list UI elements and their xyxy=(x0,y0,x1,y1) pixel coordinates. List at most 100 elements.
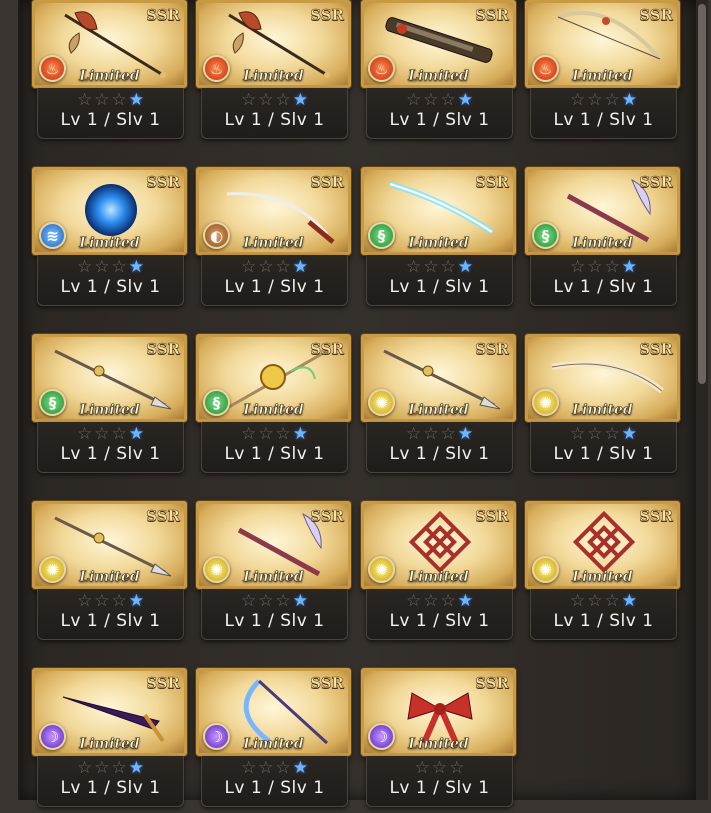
uncap-star-icon: ☆ xyxy=(111,90,127,110)
level-label: Lv 1 / Slv 1 xyxy=(224,110,325,130)
weapon-card[interactable]: SSR ✺ Limited ☆ ☆ ☆ ★ Lv 1 / Slv 1 xyxy=(32,501,187,646)
level-label: Lv 1 / Slv 1 xyxy=(60,277,161,297)
weapon-frame: SSR ☽ Limited xyxy=(361,668,516,756)
weapon-card[interactable]: SSR § Limited ☆ ☆ ☆ ★ Lv 1 / Slv 1 xyxy=(32,334,187,479)
limited-label: Limited xyxy=(79,569,140,586)
uncap-star-icon: ☆ xyxy=(241,424,257,444)
uncap-star-icon: ☆ xyxy=(241,257,257,277)
uncap-star-icon: ☆ xyxy=(604,424,620,444)
level-label: Lv 1 / Slv 1 xyxy=(389,778,490,798)
limited-label: Limited xyxy=(79,736,140,753)
transcend-star-icon: ★ xyxy=(621,90,637,110)
weapon-info-bar: ☆ ☆ ☆ ★ Lv 1 / Slv 1 xyxy=(530,255,677,306)
uncap-star-icon: ☆ xyxy=(423,257,439,277)
transcend-star-icon: ★ xyxy=(292,591,308,611)
uncap-star-icon: ☆ xyxy=(241,90,257,110)
level-label: Lv 1 / Slv 1 xyxy=(224,778,325,798)
transcend-star-icon: ★ xyxy=(292,257,308,277)
uncap-stars: ☆ ☆ ☆ ★ xyxy=(202,758,347,778)
weapon-card[interactable]: SSR § Limited ☆ ☆ ☆ ★ Lv 1 / Slv 1 xyxy=(361,167,516,312)
weapon-card[interactable]: SSR ◐ Limited ☆ ☆ ☆ ★ Lv 1 / Slv 1 xyxy=(196,167,351,312)
level-label: Lv 1 / Slv 1 xyxy=(60,110,161,130)
weapon-card[interactable]: SSR § Limited ☆ ☆ ☆ ★ Lv 1 / Slv 1 xyxy=(525,167,680,312)
scrollbar[interactable] xyxy=(696,0,708,800)
level-label: Lv 1 / Slv 1 xyxy=(389,277,490,297)
weapon-card[interactable]: SSR § Limited ☆ ☆ ☆ ★ Lv 1 / Slv 1 xyxy=(196,334,351,479)
limited-label: Limited xyxy=(79,402,140,419)
weapon-info-bar: ☆ ☆ ☆ ★ Lv 1 / Slv 1 xyxy=(366,422,513,473)
uncap-star-icon: ☆ xyxy=(258,90,274,110)
uncap-star-icon: ☆ xyxy=(440,424,456,444)
limited-label: Limited xyxy=(408,235,469,252)
limited-label: Limited xyxy=(408,402,469,419)
weapon-card[interactable]: SSR ♨ Limited ☆ ☆ ☆ ★ Lv 1 / Slv 1 xyxy=(525,0,680,145)
uncap-stars: ☆ ☆ ☆ ★ xyxy=(38,591,183,611)
uncap-stars: ☆ ☆ ☆ ★ xyxy=(531,591,676,611)
transcend-star-icon: ★ xyxy=(128,90,144,110)
transcend-star-icon: ★ xyxy=(292,90,308,110)
uncap-star-icon: ☆ xyxy=(241,591,257,611)
scrollbar-thumb[interactable] xyxy=(698,4,706,384)
weapon-card[interactable]: SSR ♨ Limited ☆ ☆ ☆ ★ Lv 1 / Slv 1 xyxy=(196,0,351,145)
weapon-card[interactable]: SSR ✺ Limited ☆ ☆ ☆ ★ Lv 1 / Slv 1 xyxy=(525,501,680,646)
transcend-star-icon: ★ xyxy=(292,424,308,444)
level-label: Lv 1 / Slv 1 xyxy=(389,444,490,464)
uncap-star-icon: ☆ xyxy=(241,758,257,778)
uncap-star-icon: ☆ xyxy=(587,591,603,611)
uncap-stars: ☆ ☆ ☆ ★ xyxy=(367,424,512,444)
weapon-info-bar: ☆ ☆ ☆ ★ Lv 1 / Slv 1 xyxy=(201,422,348,473)
weapon-card[interactable]: SSR ♨ Limited ☆ ☆ ☆ ★ Lv 1 / Slv 1 xyxy=(361,0,516,145)
uncap-star-icon: ☆ xyxy=(275,758,291,778)
weapon-card[interactable]: SSR ✺ Limited ☆ ☆ ☆ ★ Lv 1 / Slv 1 xyxy=(361,501,516,646)
uncap-star-icon: ☆ xyxy=(77,758,93,778)
weapon-info-bar: ☆ ☆ ☆ ★ Lv 1 / Slv 1 xyxy=(37,756,184,807)
rarity-badge: SSR xyxy=(639,173,673,192)
weapon-card[interactable]: SSR ✺ Limited ☆ ☆ ☆ ★ Lv 1 / Slv 1 xyxy=(196,501,351,646)
uncap-star-icon: ☆ xyxy=(275,90,291,110)
uncap-star-icon: ☆ xyxy=(258,257,274,277)
transcend-star-icon: ★ xyxy=(621,424,637,444)
weapon-info-bar: ☆ ☆ ☆ ★ Lv 1 / Slv 1 xyxy=(530,589,677,640)
limited-label: Limited xyxy=(572,569,633,586)
rarity-badge: SSR xyxy=(146,674,180,693)
rarity-badge: SSR xyxy=(310,6,344,25)
uncap-star-icon: ☆ xyxy=(94,424,110,444)
uncap-star-icon: ☆ xyxy=(423,591,439,611)
uncap-star-icon: ☆ xyxy=(570,257,586,277)
limited-label: Limited xyxy=(572,68,633,85)
uncap-star-icon: ☆ xyxy=(275,257,291,277)
weapon-frame: SSR § Limited xyxy=(196,334,351,422)
uncap-star-icon: ☆ xyxy=(94,758,110,778)
weapon-card[interactable]: SSR ≋ Limited ☆ ☆ ☆ ★ Lv 1 / Slv 1 xyxy=(32,167,187,312)
rarity-badge: SSR xyxy=(146,340,180,359)
weapon-card[interactable]: SSR ☽ Limited ☆ ☆ ☆ ★ Lv 1 / Slv 1 xyxy=(32,668,187,813)
weapon-card[interactable]: SSR ☽ Limited ☆ ☆ ☆ Lv 1 / Slv 1 xyxy=(361,668,516,813)
weapon-info-bar: ☆ ☆ ☆ ★ Lv 1 / Slv 1 xyxy=(366,589,513,640)
weapon-card[interactable]: SSR ☽ Limited ☆ ☆ ☆ ★ Lv 1 / Slv 1 xyxy=(196,668,351,813)
weapon-info-bar: ☆ ☆ ☆ ★ Lv 1 / Slv 1 xyxy=(201,255,348,306)
weapon-card[interactable]: SSR ✺ Limited ☆ ☆ ☆ ★ Lv 1 / Slv 1 xyxy=(361,334,516,479)
weapon-info-bar: ☆ ☆ ☆ ★ Lv 1 / Slv 1 xyxy=(37,589,184,640)
limited-label: Limited xyxy=(572,402,633,419)
uncap-star-icon: ☆ xyxy=(431,758,448,778)
uncap-stars: ☆ ☆ ☆ xyxy=(367,758,512,778)
uncap-star-icon: ☆ xyxy=(111,257,127,277)
rarity-badge: SSR xyxy=(639,6,673,25)
uncap-stars: ☆ ☆ ☆ ★ xyxy=(202,257,347,277)
weapon-frame: SSR ✺ Limited xyxy=(32,501,187,589)
uncap-star-icon: ☆ xyxy=(423,424,439,444)
weapon-card[interactable]: SSR ✺ Limited ☆ ☆ ☆ ★ Lv 1 / Slv 1 xyxy=(525,334,680,479)
transcend-star-icon: ★ xyxy=(128,591,144,611)
uncap-stars: ☆ ☆ ☆ ★ xyxy=(202,90,347,110)
weapon-card[interactable]: SSR ♨ Limited ☆ ☆ ☆ ★ Lv 1 / Slv 1 xyxy=(32,0,187,145)
limited-label: Limited xyxy=(79,235,140,252)
uncap-stars: ☆ ☆ ☆ ★ xyxy=(531,90,676,110)
uncap-star-icon: ☆ xyxy=(77,424,93,444)
rarity-badge: SSR xyxy=(639,507,673,526)
rarity-badge: SSR xyxy=(639,340,673,359)
transcend-star-icon: ★ xyxy=(457,257,473,277)
weapon-info-bar: ☆ ☆ ☆ ★ Lv 1 / Slv 1 xyxy=(201,589,348,640)
weapon-frame: SSR ✺ Limited xyxy=(361,334,516,422)
uncap-stars: ☆ ☆ ☆ ★ xyxy=(367,591,512,611)
weapon-info-bar: ☆ ☆ ☆ ★ Lv 1 / Slv 1 xyxy=(366,255,513,306)
